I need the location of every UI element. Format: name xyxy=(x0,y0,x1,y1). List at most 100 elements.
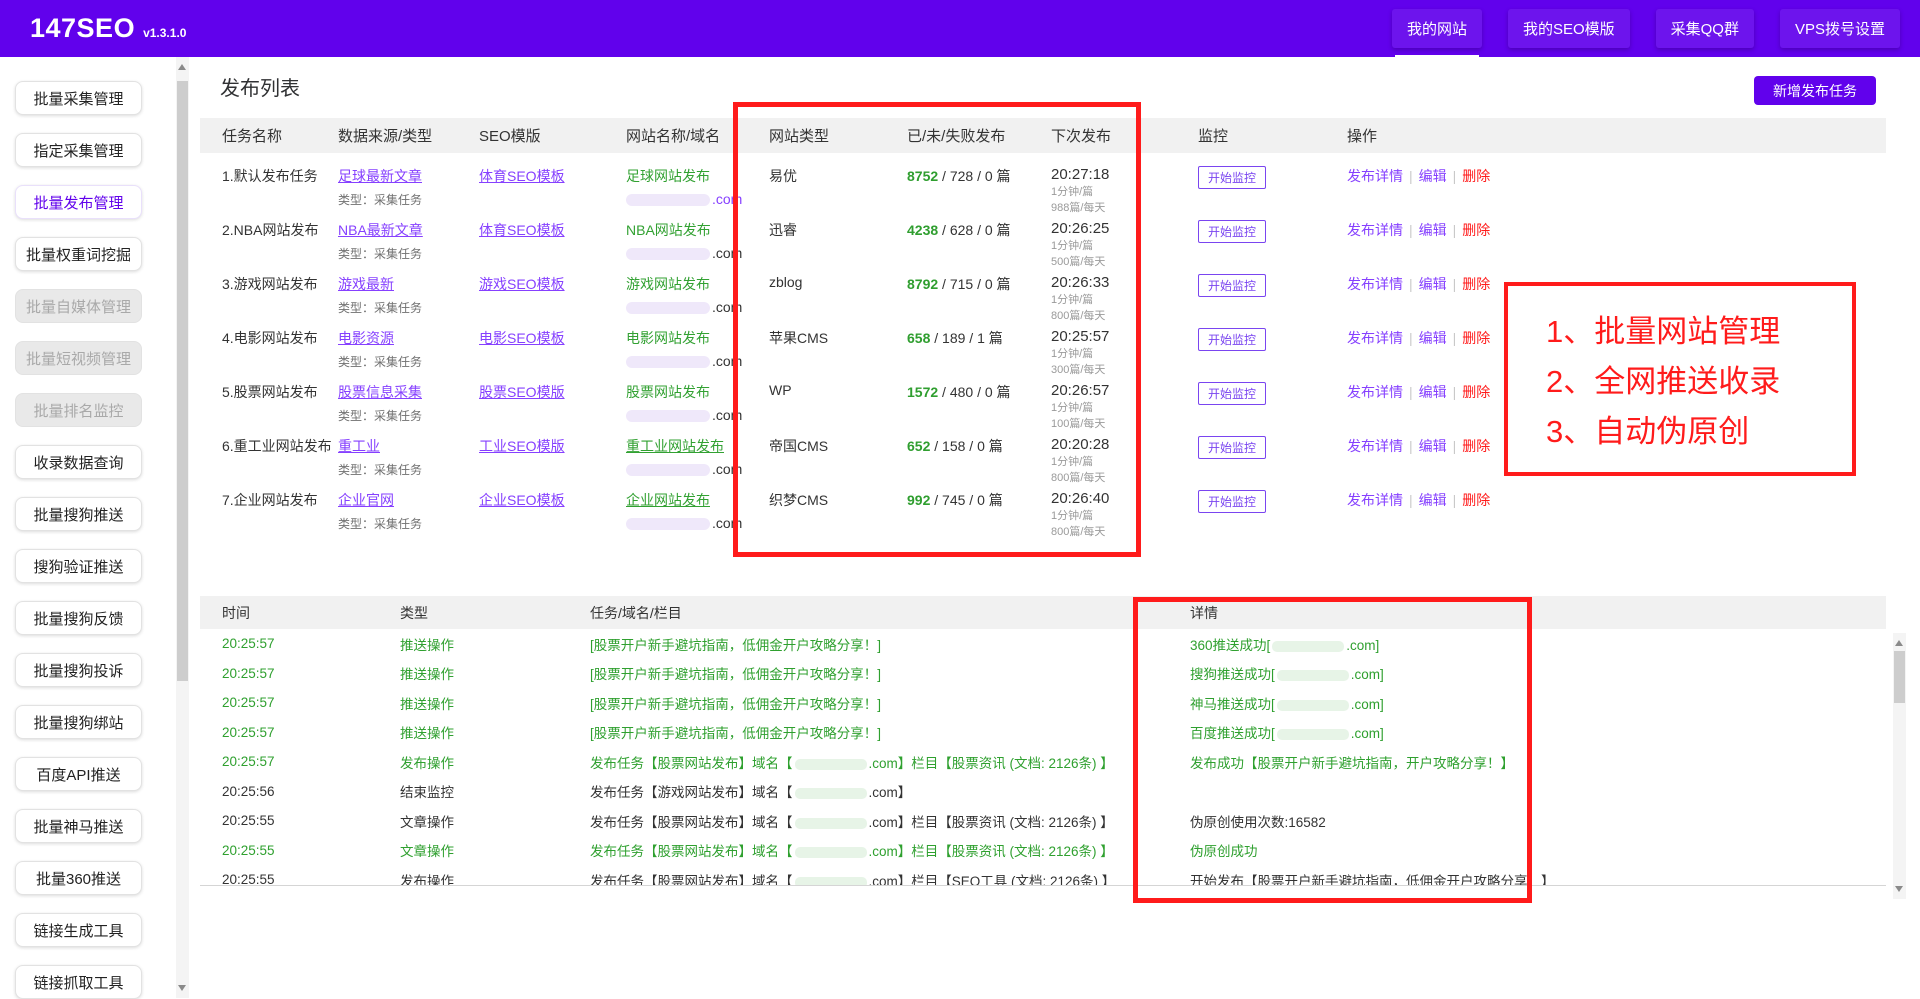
edit-link[interactable]: 编辑 xyxy=(1419,168,1447,184)
publish-detail-link[interactable]: 发布详情 xyxy=(1347,438,1403,454)
delete-link[interactable]: 删除 xyxy=(1462,168,1490,184)
sidebar-item-link-generate[interactable]: 链接生成工具 xyxy=(15,913,142,947)
publish-detail-link[interactable]: 发布详情 xyxy=(1347,168,1403,184)
col-task-name: 任务名称 xyxy=(222,125,338,146)
blurred-domain xyxy=(795,877,867,886)
log-type: 推送操作 xyxy=(400,634,590,654)
sidebar-item-baidu-api-push[interactable]: 百度API推送 xyxy=(15,757,142,791)
log-scrollbar-thumb[interactable] xyxy=(1894,651,1905,703)
sidebar-scrollbar[interactable] xyxy=(176,57,189,998)
sidebar-item-assigned-collect[interactable]: 指定采集管理 xyxy=(15,133,142,167)
log-row: 20:25:57 推送操作 [股票开户新手避坑指南，低佣金开户攻略分享！] 搜狗… xyxy=(200,659,1886,689)
log-time: 20:25:57 xyxy=(222,666,400,681)
sidebar-item-sogou-push[interactable]: 批量搜狗推送 xyxy=(15,497,142,531)
template-link[interactable]: 企业SEO模板 xyxy=(479,492,565,508)
delete-link[interactable]: 删除 xyxy=(1462,384,1490,400)
app-root: 147SEO v1.3.1.0 我的网站 我的SEO模版 采集QQ群 VPS拨号… xyxy=(0,0,1920,998)
delete-link[interactable]: 删除 xyxy=(1462,330,1490,346)
nav-item-my-seo-templates[interactable]: 我的SEO模版 xyxy=(1508,9,1630,48)
publish-counts: 8752 / 728 / 0 篇 xyxy=(907,166,1051,186)
publish-detail-link[interactable]: 发布详情 xyxy=(1347,492,1403,508)
template-link[interactable]: 电影SEO模板 xyxy=(479,330,565,346)
publish-detail-link[interactable]: 发布详情 xyxy=(1347,276,1403,292)
log-type: 推送操作 xyxy=(400,663,590,683)
log-task: 发布任务【股票网站发布】域名【.com】栏目【股票资讯 (文档: 2126条) … xyxy=(590,752,1190,772)
log-scrollbar[interactable] xyxy=(1893,633,1906,899)
blurred-domain xyxy=(626,302,710,314)
edit-link[interactable]: 编辑 xyxy=(1419,384,1447,400)
source-link[interactable]: 足球最新文章 xyxy=(338,168,422,184)
edit-link[interactable]: 编辑 xyxy=(1419,276,1447,292)
logo: 147SEO v1.3.1.0 xyxy=(30,13,186,44)
sidebar-item-sogou-feedback[interactable]: 批量搜狗反馈 xyxy=(15,601,142,635)
site-name: NBA网站发布 xyxy=(626,222,711,238)
template-link[interactable]: 游戏SEO模板 xyxy=(479,276,565,292)
sidebar-item-keyword-mining[interactable]: 批量权重词挖掘 xyxy=(15,237,142,271)
source-link[interactable]: 电影资源 xyxy=(338,330,394,346)
source-link[interactable]: 股票信息采集 xyxy=(338,384,422,400)
publish-detail-link[interactable]: 发布详情 xyxy=(1347,384,1403,400)
sidebar-item-batch-collect[interactable]: 批量采集管理 xyxy=(15,81,142,115)
new-publish-task-button[interactable]: 新增发布任务 xyxy=(1754,76,1876,105)
publish-detail-link[interactable]: 发布详情 xyxy=(1347,222,1403,238)
sidebar-item-shenma-push[interactable]: 批量神马推送 xyxy=(15,809,142,843)
cms-type: 帝国CMS xyxy=(769,436,907,456)
task-name: 3.游戏网站发布 xyxy=(222,274,338,294)
delete-link[interactable]: 删除 xyxy=(1462,276,1490,292)
source-link[interactable]: NBA最新文章 xyxy=(338,222,423,238)
next-publish-time: 20:26:25 xyxy=(1051,220,1198,237)
start-monitor-button[interactable]: 开始监控 xyxy=(1198,274,1266,297)
log-row: 20:25:55 文章操作 发布任务【股票网站发布】域名【.com】栏目【股票资… xyxy=(200,836,1886,866)
sidebar-item-link-grab[interactable]: 链接抓取工具 xyxy=(15,965,142,999)
log-detail: 神马推送成功[.com] xyxy=(1190,693,1886,713)
nav-item-vps-dial-settings[interactable]: VPS拨号设置 xyxy=(1780,9,1900,48)
template-link[interactable]: 股票SEO模版 xyxy=(479,384,565,400)
scroll-up-icon[interactable] xyxy=(178,64,186,70)
template-link[interactable]: 体育SEO模板 xyxy=(479,168,565,184)
edit-link[interactable]: 编辑 xyxy=(1419,330,1447,346)
sidebar-item-batch-publish[interactable]: 批量发布管理 xyxy=(15,185,142,219)
col-operations: 操作 xyxy=(1347,125,1886,146)
log-type: 推送操作 xyxy=(400,722,590,742)
sidebar-item-sogou-bind[interactable]: 批量搜狗绑站 xyxy=(15,705,142,739)
log-detail: 百度推送成功[.com] xyxy=(1190,722,1886,742)
start-monitor-button[interactable]: 开始监控 xyxy=(1198,490,1266,513)
scroll-down-icon[interactable] xyxy=(1895,886,1903,892)
publish-detail-link[interactable]: 发布详情 xyxy=(1347,330,1403,346)
edit-link[interactable]: 编辑 xyxy=(1419,222,1447,238)
log-task: 发布任务【游戏网站发布】域名【.com】 xyxy=(590,781,1190,801)
sidebar-item-sogou-verify-push[interactable]: 搜狗验证推送 xyxy=(15,549,142,583)
delete-link[interactable]: 删除 xyxy=(1462,492,1490,508)
cms-type: 易优 xyxy=(769,166,907,186)
sidebar-item-360-push[interactable]: 批量360推送 xyxy=(15,861,142,895)
log-type: 结束监控 xyxy=(400,781,590,801)
start-monitor-button[interactable]: 开始监控 xyxy=(1198,328,1266,351)
cms-type: zblog xyxy=(769,274,907,290)
edit-link[interactable]: 编辑 xyxy=(1419,492,1447,508)
scroll-down-icon[interactable] xyxy=(178,985,186,991)
nav-item-qq-group[interactable]: 采集QQ群 xyxy=(1656,9,1754,48)
scroll-up-icon[interactable] xyxy=(1895,640,1903,646)
col-pub-counts: 已/未/失败发布 xyxy=(907,125,1051,146)
daily-quota: 800篇/每天 xyxy=(1051,525,1198,539)
operations: 发布详情|编辑|删除 xyxy=(1347,436,1886,456)
start-monitor-button[interactable]: 开始监控 xyxy=(1198,436,1266,459)
sidebar-item-sogou-complaint[interactable]: 批量搜狗投诉 xyxy=(15,653,142,687)
sidebar-item-index-query[interactable]: 收录数据查询 xyxy=(15,445,142,479)
table-row: 2.NBA网站发布 NBA最新文章类型：采集任务 体育SEO模板 NBA网站发布… xyxy=(200,207,1886,261)
source-link[interactable]: 游戏最新 xyxy=(338,276,394,292)
daily-quota: 988篇/每天 xyxy=(1051,201,1198,215)
delete-link[interactable]: 删除 xyxy=(1462,222,1490,238)
template-link[interactable]: 体育SEO模板 xyxy=(479,222,565,238)
edit-link[interactable]: 编辑 xyxy=(1419,438,1447,454)
start-monitor-button[interactable]: 开始监控 xyxy=(1198,166,1266,189)
sidebar-scrollbar-thumb[interactable] xyxy=(177,81,188,681)
start-monitor-button[interactable]: 开始监控 xyxy=(1198,220,1266,243)
delete-link[interactable]: 删除 xyxy=(1462,438,1490,454)
template-link[interactable]: 工业SEO模版 xyxy=(479,438,565,454)
start-monitor-button[interactable]: 开始监控 xyxy=(1198,382,1266,405)
source-link[interactable]: 重工业 xyxy=(338,438,380,454)
source-link[interactable]: 企业官网 xyxy=(338,492,394,508)
table-row: 1.默认发布任务 足球最新文章类型：采集任务 体育SEO模板 足球网站发布.co… xyxy=(200,153,1886,207)
nav-item-my-sites[interactable]: 我的网站 xyxy=(1392,9,1482,48)
